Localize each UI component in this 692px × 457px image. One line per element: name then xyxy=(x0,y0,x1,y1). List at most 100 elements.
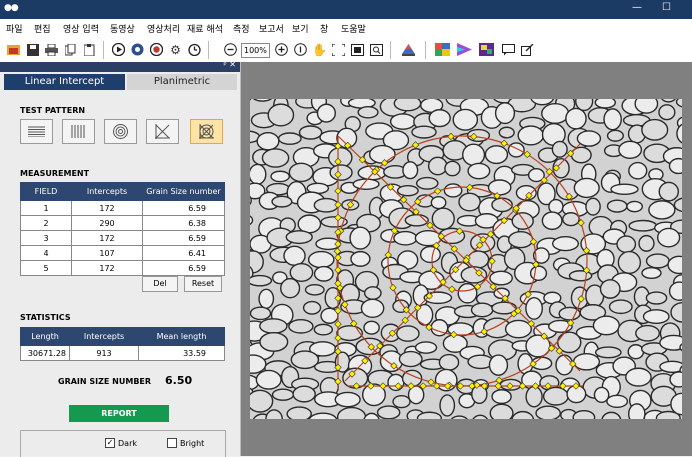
title-bar: ●● — ☐ xyxy=(0,0,692,19)
timer-icon[interactable] xyxy=(186,41,203,58)
grain xyxy=(313,265,334,282)
tab-planimetric[interactable]: Planimetric xyxy=(127,74,237,90)
actual-size-icon[interactable] xyxy=(292,41,309,58)
cell-intercepts: 290 xyxy=(71,215,143,231)
bright-checkbox[interactable]: Bright xyxy=(167,438,204,448)
paste-icon[interactable] xyxy=(81,41,98,58)
menu-view[interactable]: 보기 xyxy=(292,22,309,35)
dark-checkbox[interactable]: ✓ Dark xyxy=(105,438,137,448)
report-button[interactable]: REPORT xyxy=(69,405,169,422)
menu-report[interactable]: 보고서 xyxy=(259,22,284,35)
table-row[interactable]: 5 172 6.59 xyxy=(20,260,225,276)
grain xyxy=(363,286,382,300)
table-row[interactable]: 2 290 6.38 xyxy=(20,215,225,231)
histogram-3d-icon[interactable] xyxy=(400,41,417,58)
grain xyxy=(491,197,513,213)
menu-measure[interactable]: 측정 xyxy=(233,22,250,35)
col-intercepts: Intercepts xyxy=(71,182,143,201)
grain xyxy=(669,371,682,388)
grain xyxy=(419,245,441,264)
pattern-concentric-circles-button[interactable] xyxy=(104,119,137,144)
grain xyxy=(396,185,419,197)
grain xyxy=(484,145,509,165)
zoom-out-icon[interactable] xyxy=(222,41,239,58)
color-map-icon[interactable] xyxy=(434,41,451,58)
record-icon[interactable] xyxy=(148,41,165,58)
app-icon: ●● xyxy=(4,3,19,13)
menu-help[interactable]: 도움말 xyxy=(341,22,366,35)
grain xyxy=(360,298,385,318)
grain xyxy=(256,132,280,151)
minimize-button[interactable]: — xyxy=(632,2,642,13)
grain xyxy=(658,181,680,202)
grain xyxy=(250,306,272,321)
reset-button[interactable]: Reset xyxy=(184,276,222,292)
edit-annotation-icon[interactable] xyxy=(519,41,536,58)
grain xyxy=(606,394,629,409)
grain xyxy=(271,195,293,208)
save-icon[interactable] xyxy=(24,41,41,58)
grain xyxy=(363,320,380,335)
menu-file[interactable]: 파일 xyxy=(6,22,23,35)
menu-material-analysis[interactable]: 재료 해석 xyxy=(187,22,223,35)
micrograph-image[interactable] xyxy=(250,99,682,419)
fit-window-icon[interactable] xyxy=(330,41,347,58)
grain-micrograph xyxy=(250,99,682,419)
zoom-region-icon[interactable] xyxy=(368,41,385,58)
print-icon[interactable] xyxy=(43,41,60,58)
grain xyxy=(270,170,290,183)
comment-icon[interactable] xyxy=(500,41,517,58)
zoom-level[interactable]: 100% xyxy=(241,43,270,58)
statistics-title: STATISTICS xyxy=(20,313,71,322)
gear-icon[interactable]: ⚙ xyxy=(167,41,184,58)
grain xyxy=(618,140,643,159)
pan-hand-icon[interactable]: ✋ xyxy=(311,41,328,58)
grain xyxy=(444,160,461,177)
grain xyxy=(511,212,534,230)
table-row[interactable]: 4 107 6.41 xyxy=(20,245,225,261)
phase-map-icon[interactable] xyxy=(478,41,495,58)
pattern-horizontal-lines-button[interactable] xyxy=(20,119,53,144)
dark-check-mark: ✓ xyxy=(105,438,115,448)
grain xyxy=(350,250,371,267)
copy-icon[interactable] xyxy=(62,41,79,58)
pseudo-color-icon[interactable] xyxy=(456,41,473,58)
grain xyxy=(617,250,642,275)
col-length: Length xyxy=(20,327,70,346)
pattern-circles-cross-button[interactable] xyxy=(190,119,223,144)
table-row[interactable]: 1 172 6.59 xyxy=(20,200,225,216)
pattern-cross-lines-button[interactable] xyxy=(146,119,179,144)
cell-intercepts: 172 xyxy=(71,200,143,216)
zoom-in-icon[interactable] xyxy=(273,41,290,58)
grain xyxy=(357,165,387,181)
grain xyxy=(313,197,339,213)
toolbar: ⚙ 100% ✋ xyxy=(0,37,692,63)
table-row[interactable]: 3 172 6.59 xyxy=(20,230,225,246)
grain xyxy=(641,266,662,279)
capture-icon[interactable] xyxy=(129,41,146,58)
grain xyxy=(368,144,396,164)
grain xyxy=(659,334,682,351)
maximize-button[interactable]: ☐ xyxy=(662,2,671,13)
grain xyxy=(415,176,439,190)
grain xyxy=(507,142,525,158)
cell-grain-size: 6.59 xyxy=(142,200,225,216)
grain xyxy=(599,279,621,299)
menu-image-processing[interactable]: 영상처리 xyxy=(147,22,180,35)
grain xyxy=(606,129,624,142)
pattern-vertical-lines-button[interactable] xyxy=(62,119,95,144)
grain xyxy=(286,406,312,419)
menu-video[interactable]: 동영상 xyxy=(110,22,135,35)
open-image-icon[interactable] xyxy=(5,41,22,58)
play-icon[interactable] xyxy=(110,41,127,58)
del-button[interactable]: Del xyxy=(142,276,178,292)
fit-screen-icon[interactable] xyxy=(349,41,366,58)
grain xyxy=(283,245,306,266)
grain xyxy=(376,405,401,419)
menu-window[interactable]: 창 xyxy=(320,22,328,35)
menu-edit[interactable]: 편집 xyxy=(34,22,51,35)
tab-linear-intercept[interactable]: Linear Intercept xyxy=(4,74,125,90)
horizontal-lines-icon xyxy=(28,126,45,137)
menu-image-input[interactable]: 영상 입력 xyxy=(63,22,99,35)
pin-close-icon[interactable]: ᵖ ✕ xyxy=(223,60,236,69)
